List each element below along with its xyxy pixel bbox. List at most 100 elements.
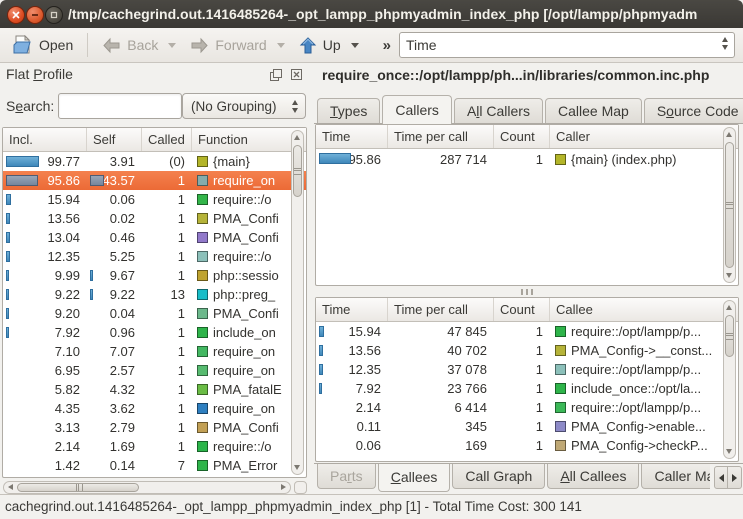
table-row[interactable]: 13.5640 7021PMA_Config->__const... [316, 341, 738, 360]
scroll-down-arrow[interactable] [726, 273, 732, 278]
scrollbar-thumb[interactable] [725, 142, 734, 268]
column-header-count[interactable]: Count [494, 298, 550, 321]
scroll-right-arrow[interactable] [281, 484, 286, 490]
tab-source-code[interactable]: Source Code [644, 98, 743, 123]
toolbar-separator [87, 33, 88, 57]
table-row[interactable]: 5.824.321PMA_fatalE [3, 380, 306, 399]
maximize-window-button[interactable] [45, 6, 63, 24]
table-row[interactable]: 9.229.2213php::preg_ [3, 285, 306, 304]
table-row[interactable]: 6.952.571require_on [3, 361, 306, 380]
grouping-spinner-icon[interactable] [292, 100, 298, 113]
callee-tabs: PartsCalleesCall GraphAll CalleesCaller … [317, 464, 710, 492]
horizontal-splitter[interactable] [315, 287, 739, 296]
callees-vertical-scrollbar[interactable] [723, 300, 736, 459]
column-header-count[interactable]: Count [494, 125, 550, 148]
tab-all-callees[interactable]: All Callees [547, 464, 639, 489]
flat-profile-dock-header[interactable]: Flat Profile [6, 66, 306, 90]
back-button[interactable]: Back [98, 35, 162, 56]
minimize-window-button[interactable] [26, 6, 44, 24]
c0-cell: 1.40 [3, 475, 87, 478]
tab-parts[interactable]: Parts [317, 464, 376, 489]
table-row[interactable]: 9.999.671php::sessio [3, 266, 306, 285]
float-panel-button[interactable] [269, 67, 284, 82]
c1-cell: 345 [388, 417, 494, 436]
table-row[interactable]: 13.560.021PMA_Confi [3, 209, 306, 228]
table-row[interactable]: 2.141.691require::/o [3, 437, 306, 456]
column-header-called[interactable]: Called [142, 128, 192, 151]
flat-profile-vertical-scrollbar[interactable] [291, 130, 304, 475]
titlebar[interactable]: /tmp/cachegrind.out.1416485264-_opt_lamp… [0, 0, 743, 28]
flat-profile-horizontal-scrollbar[interactable] [3, 481, 291, 494]
back-arrow-icon [102, 37, 121, 54]
table-row[interactable]: 7.920.961include_on [3, 323, 306, 342]
table-row[interactable]: 9.200.041PMA_Confi [3, 304, 306, 323]
function-name: PMA_Confi [213, 420, 279, 435]
scrollbar-thumb[interactable] [293, 145, 302, 197]
c2-cell: 1 [142, 266, 192, 285]
open-button[interactable]: Open [8, 33, 77, 57]
table-row[interactable]: 7.9223 7661include_once::/opt/la... [316, 379, 738, 398]
c0-value: 9.20 [55, 306, 80, 321]
table-row[interactable]: 12.3537 0781require::/opt/lampp/p... [316, 360, 738, 379]
scroll-down-arrow[interactable] [726, 449, 732, 454]
tab-callees[interactable]: Callees [378, 464, 451, 492]
up-dropdown-arrow[interactable] [351, 43, 359, 48]
column-header-caller[interactable]: Caller [550, 125, 738, 148]
table-row[interactable]: 12.355.251require::/o [3, 247, 306, 266]
column-header-time[interactable]: Time [316, 125, 388, 148]
forward-dropdown-arrow[interactable] [277, 43, 285, 48]
column-header-function[interactable]: Function [192, 128, 306, 151]
tab-caller-map[interactable]: Caller Map [641, 464, 710, 489]
close-panel-button[interactable] [289, 67, 304, 82]
table-row[interactable]: 13.040.461PMA_Confi [3, 228, 306, 247]
column-header-time-per-call[interactable]: Time per call [388, 125, 494, 148]
scroll-up-arrow[interactable] [726, 132, 732, 137]
scroll-left-arrow[interactable] [8, 484, 13, 490]
table-row[interactable]: 4.353.621require_on [3, 399, 306, 418]
search-input[interactable] [58, 93, 182, 119]
spinner-arrows-icon[interactable] [722, 37, 728, 50]
table-row[interactable]: 95.8643.571require_on [3, 171, 306, 190]
tab-callers[interactable]: Callers [382, 95, 452, 124]
scrollbar-thumb[interactable] [725, 315, 734, 357]
column-header-incl[interactable]: Incl. [3, 128, 87, 151]
event-type-combobox[interactable]: Time [399, 32, 735, 58]
table-row[interactable]: 0.113451PMA_Config->enable... [316, 417, 738, 436]
scroll-up-arrow[interactable] [726, 305, 732, 310]
tab-types[interactable]: Types [317, 98, 380, 123]
tab-callee-map[interactable]: Callee Map [545, 98, 642, 123]
back-dropdown-arrow[interactable] [168, 43, 176, 48]
scroll-up-arrow[interactable] [294, 135, 300, 140]
toolbar-overflow-chevron[interactable]: » [383, 37, 391, 54]
table-row[interactable]: 99.773.91(0){main} [3, 152, 306, 171]
forward-button[interactable]: Forward [186, 35, 270, 56]
table-row[interactable]: 95.86287 7141{main} (index.php) [316, 149, 738, 169]
scrollbar-thumb[interactable] [17, 483, 139, 492]
table-row[interactable]: 1.420.147PMA_Error [3, 456, 306, 475]
tab-scroll-right-button[interactable] [728, 466, 742, 489]
tab-scroll-left-button[interactable] [714, 466, 728, 489]
table-row[interactable]: 15.9447 8451require::/opt/lampp/p... [316, 322, 738, 341]
tab-call-graph[interactable]: Call Graph [452, 464, 545, 489]
callers-vertical-scrollbar[interactable] [723, 127, 736, 283]
close-window-button[interactable] [7, 6, 25, 24]
table-row[interactable]: 1.400.022PMA_E [3, 475, 306, 478]
c2-cell: (0) [142, 152, 192, 171]
column-header-callee[interactable]: Callee [550, 298, 738, 321]
table-row[interactable]: 2.146 4141require::/opt/lampp/p... [316, 398, 738, 417]
up-button[interactable]: Up [295, 34, 345, 57]
column-header-self[interactable]: Self [87, 128, 142, 151]
tab-all-callers[interactable]: All Callers [454, 98, 543, 123]
column-header-time[interactable]: Time [316, 298, 388, 321]
scroll-down-arrow[interactable] [294, 465, 300, 470]
table-row[interactable]: 3.132.791PMA_Confi [3, 418, 306, 437]
c1-cell: 1.69 [87, 437, 142, 456]
column-header-time-per-call[interactable]: Time per call [388, 298, 494, 321]
table-row[interactable]: 0.061691PMA_Config->checkP... [316, 436, 738, 455]
table-row[interactable]: 7.107.071require_on [3, 342, 306, 361]
table-row[interactable]: 15.940.061require::/o [3, 190, 306, 209]
grouping-combobox[interactable]: (No Grouping) [182, 93, 306, 119]
c0-value: 7.92 [55, 325, 80, 340]
function-cell: require::/opt/lampp/p... [550, 322, 738, 341]
open-label: Open [39, 37, 73, 53]
